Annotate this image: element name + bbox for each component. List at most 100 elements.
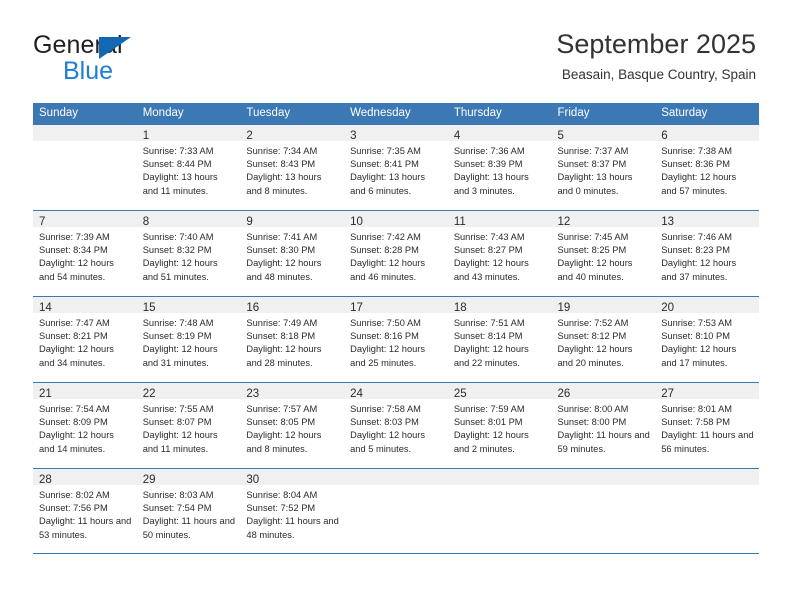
daylight-text: Daylight: 12 hours and 57 minutes.: [661, 172, 737, 196]
day-sun-info: Sunrise: 7:52 AM Sunset: 8:12 PM Daylight:…: [552, 313, 656, 370]
day-cell[interactable]: 8 Sunrise: 7:40 AM Sunset: 8:32 PM Daylight…: [136, 211, 241, 296]
sunrise-text: Sunrise: 7:45 AM: [557, 232, 629, 242]
day-number-band: 21: [33, 383, 137, 400]
calendar-week-row: 28 Sunrise: 8:02 AM Sunset: 7:56 PM Dayligh…: [33, 468, 759, 554]
day-number-band: 22: [136, 383, 241, 400]
day-sun-info: Sunrise: 8:02 AM Sunset: 7:56 PM Daylight:…: [33, 485, 137, 542]
day-sun-info: Sunrise: 8:00 AM Sunset: 8:00 PM Daylight:…: [552, 399, 656, 456]
day-cell[interactable]: 27 Sunrise: 8:01 AM Sunset: 7:58 PM Dayligh…: [655, 383, 759, 468]
day-cell[interactable]: 24 Sunrise: 7:58 AM Sunset: 8:03 PM Dayligh…: [344, 383, 448, 468]
day-number: 7: [39, 216, 46, 228]
weekday-header-saturday: Saturday: [661, 107, 708, 119]
day-cell[interactable]: 14 Sunrise: 7:47 AM Sunset: 8:21 PM Dayligh…: [33, 297, 137, 382]
day-number: 11: [453, 216, 466, 228]
day-cell[interactable]: 9 Sunrise: 7:41 AM Sunset: 8:30 PM Daylight…: [240, 211, 345, 296]
daylight-text: Daylight: 13 hours and 11 minutes.: [142, 172, 218, 196]
day-sun-info: Sunrise: 7:47 AM Sunset: 8:21 PM Daylight:…: [33, 313, 137, 370]
daylight-text: Daylight: 11 hours and 50 minutes.: [142, 516, 236, 540]
day-cell[interactable]: 7 Sunrise: 7:39 AM Sunset: 8:34 PM Daylight…: [33, 211, 137, 296]
sunrise-text: Sunrise: 7:43 AM: [453, 232, 525, 242]
day-number: 19: [557, 302, 571, 314]
day-cell[interactable]: 29 Sunrise: 8:03 AM Sunset: 7:54 PM Dayligh…: [136, 469, 241, 553]
daylight-text: Daylight: 12 hours and 17 minutes.: [661, 344, 737, 368]
sunset-text: Sunset: 8:37 PM: [557, 159, 627, 170]
day-cell[interactable]: 20 Sunrise: 7:53 AM Sunset: 8:10 PM Dayligh…: [655, 297, 759, 382]
daylight-text: Daylight: 11 hours and 53 minutes.: [39, 516, 132, 540]
day-number: 8: [142, 216, 150, 228]
day-number: 28: [39, 474, 52, 486]
day-cell-empty: [551, 469, 656, 553]
day-cell[interactable]: 12 Sunrise: 7:45 AM Sunset: 8:25 PM Dayligh…: [551, 211, 656, 296]
day-cell[interactable]: 28 Sunrise: 8:02 AM Sunset: 7:56 PM Dayligh…: [33, 469, 137, 553]
sunrise-text: Sunrise: 7:51 AM: [453, 318, 525, 328]
daylight-text: Daylight: 12 hours and 51 minutes.: [142, 258, 218, 282]
day-cell[interactable]: 26 Sunrise: 8:00 AM Sunset: 8:00 PM Dayligh…: [551, 383, 656, 468]
day-cell[interactable]: 3 Sunrise: 7:35 AM Sunset: 8:41 PM Daylight…: [344, 125, 448, 210]
day-number-band: 17: [344, 297, 448, 314]
calendar-week-row: 1 Sunrise: 7:33 AM Sunset: 8:44 PM Daylight…: [33, 124, 759, 210]
day-cell[interactable]: 1 Sunrise: 7:33 AM Sunset: 8:44 PM Daylight…: [136, 125, 241, 210]
weekday-header-thursday: Thursday: [453, 107, 502, 119]
daylight-text: Daylight: 12 hours and 34 minutes.: [39, 344, 114, 368]
day-sun-info: Sunrise: 7:35 AM Sunset: 8:41 PM Daylight:…: [344, 141, 448, 198]
sunrise-text: Sunrise: 7:48 AM: [142, 318, 214, 328]
daylight-text: Daylight: 13 hours and 3 minutes.: [453, 172, 529, 196]
day-number-band: [655, 469, 759, 485]
day-cell[interactable]: 2 Sunrise: 7:34 AM Sunset: 8:43 PM Daylight…: [240, 125, 345, 210]
day-cell[interactable]: 11 Sunrise: 7:43 AM Sunset: 8:27 PM Dayligh…: [447, 211, 552, 296]
day-cell[interactable]: 6 Sunrise: 7:38 AM Sunset: 8:36 PM Daylight…: [655, 125, 759, 210]
daylight-text: Daylight: 12 hours and 22 minutes.: [453, 344, 529, 368]
day-number-band: 13: [655, 211, 759, 228]
sunset-text: Sunset: 8:19 PM: [142, 331, 212, 342]
day-sun-info: Sunrise: 7:45 AM Sunset: 8:25 PM Daylight:…: [552, 227, 656, 284]
day-number: 30: [246, 474, 260, 486]
day-cell[interactable]: 13 Sunrise: 7:46 AM Sunset: 8:23 PM Dayligh…: [655, 211, 759, 296]
day-sun-info: Sunrise: 7:54 AM Sunset: 8:09 PM Daylight:…: [33, 399, 137, 456]
day-cell[interactable]: 30 Sunrise: 8:04 AM Sunset: 7:52 PM Dayligh…: [240, 469, 345, 553]
sunrise-text: Sunrise: 7:54 AM: [39, 404, 110, 414]
sunset-text: Sunset: 7:54 PM: [142, 503, 212, 514]
day-number-band: [344, 469, 448, 485]
sunrise-text: Sunrise: 7:38 AM: [661, 146, 733, 156]
day-number-band: 6: [655, 125, 759, 142]
day-number-band: 2: [240, 125, 345, 142]
day-sun-info: Sunrise: 7:34 AM Sunset: 8:43 PM Daylight:…: [240, 141, 344, 198]
title-block: September 2025 Beasain, Basque Country, …: [556, 28, 756, 83]
day-cell[interactable]: 21 Sunrise: 7:54 AM Sunset: 8:09 PM Dayligh…: [33, 383, 137, 468]
sunset-text: Sunset: 8:27 PM: [453, 245, 523, 256]
day-cell[interactable]: 23 Sunrise: 7:57 AM Sunset: 8:05 PM Dayligh…: [240, 383, 345, 468]
daylight-text: Daylight: 12 hours and 54 minutes.: [39, 258, 114, 282]
day-number: 20: [661, 302, 675, 314]
day-number-band: 16: [240, 297, 345, 314]
daylight-text: Daylight: 12 hours and 40 minutes.: [557, 258, 633, 282]
sunset-text: Sunset: 8:21 PM: [39, 331, 108, 342]
sunset-text: Sunset: 8:44 PM: [142, 159, 212, 170]
daylight-text: Daylight: 13 hours and 8 minutes.: [246, 172, 322, 196]
day-number-band: 3: [344, 125, 448, 142]
day-cell[interactable]: 25 Sunrise: 7:59 AM Sunset: 8:01 PM Dayligh…: [447, 383, 552, 468]
daylight-text: Daylight: 12 hours and 28 minutes.: [246, 344, 322, 368]
sunset-text: Sunset: 8:32 PM: [142, 245, 212, 256]
weekday-header-friday: Friday: [557, 107, 590, 119]
daylight-text: Daylight: 12 hours and 5 minutes.: [350, 430, 426, 454]
day-cell[interactable]: 18 Sunrise: 7:51 AM Sunset: 8:14 PM Dayligh…: [447, 297, 552, 382]
day-number-band: 18: [447, 297, 552, 314]
day-cell[interactable]: 19 Sunrise: 7:52 AM Sunset: 8:12 PM Dayligh…: [551, 297, 656, 382]
daylight-text: Daylight: 11 hours and 59 minutes.: [557, 430, 650, 454]
sunset-text: Sunset: 8:03 PM: [350, 417, 419, 428]
day-number-band: [447, 469, 552, 485]
day-cell[interactable]: 5 Sunrise: 7:37 AM Sunset: 8:37 PM Daylight…: [551, 125, 656, 210]
day-cell[interactable]: 22 Sunrise: 7:55 AM Sunset: 8:07 PM Dayligh…: [136, 383, 241, 468]
day-sun-info: Sunrise: 7:36 AM Sunset: 8:39 PM Daylight:…: [448, 141, 552, 198]
sunrise-text: Sunrise: 7:50 AM: [350, 318, 421, 328]
sunset-text: Sunset: 8:28 PM: [350, 245, 419, 256]
day-cell[interactable]: 10 Sunrise: 7:42 AM Sunset: 8:28 PM Dayligh…: [344, 211, 448, 296]
day-cell[interactable]: 17 Sunrise: 7:50 AM Sunset: 8:16 PM Dayligh…: [344, 297, 448, 382]
sunset-text: Sunset: 8:16 PM: [350, 331, 419, 342]
generalblue-logo: General Blue: [33, 33, 203, 85]
sunset-text: Sunset: 8:23 PM: [661, 245, 730, 256]
calendar-grid: Sunday Monday Tuesday Wednesday Thursday Frid…: [33, 103, 759, 554]
day-cell[interactable]: 15 Sunrise: 7:48 AM Sunset: 8:19 PM Dayligh…: [136, 297, 241, 382]
day-cell[interactable]: 4 Sunrise: 7:36 AM Sunset: 8:39 PM Daylight…: [447, 125, 552, 210]
day-cell[interactable]: 16 Sunrise: 7:49 AM Sunset: 8:18 PM Dayligh…: [240, 297, 345, 382]
